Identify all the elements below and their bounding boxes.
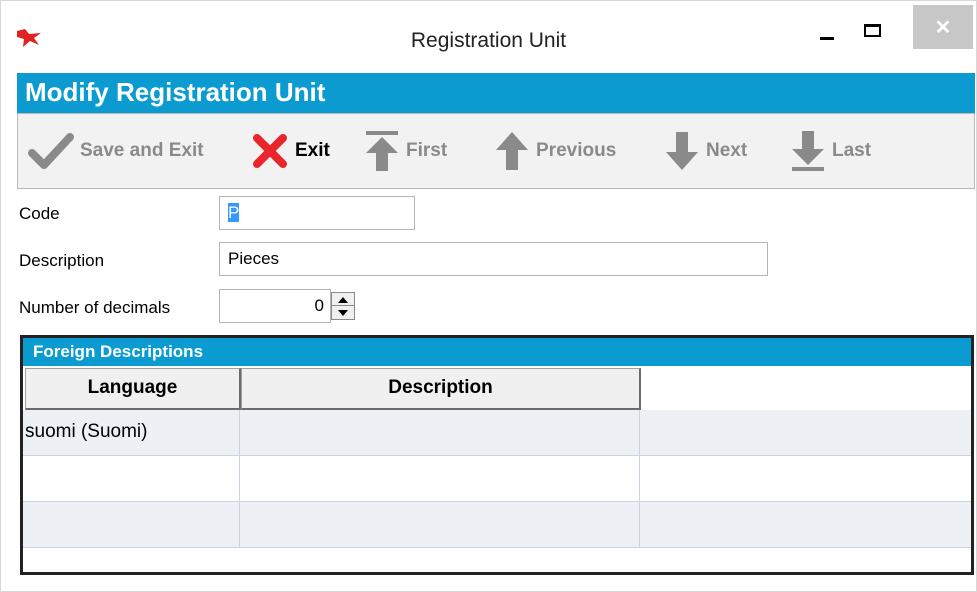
previous-label: Previous — [536, 140, 617, 161]
minimize-icon — [820, 37, 834, 40]
foreign-descriptions-title: Foreign Descriptions — [33, 342, 204, 361]
first-button[interactable]: First — [364, 114, 447, 188]
previous-button[interactable]: Previous — [494, 114, 616, 188]
language-cell[interactable]: suomi (Suomi) — [23, 410, 240, 456]
maximize-icon — [864, 24, 881, 37]
form-header: Modify Registration Unit — [17, 73, 975, 113]
close-icon: ✕ — [934, 17, 952, 39]
arrow-last-icon — [792, 131, 824, 171]
decimals-label: Number of decimals — [19, 298, 171, 317]
title-bar: Registration Unit ✕ — [1, 1, 976, 71]
decimals-spinner — [331, 292, 355, 320]
exit-button[interactable]: Exit — [251, 114, 330, 188]
next-button[interactable]: Next — [664, 114, 747, 188]
code-label: Code — [19, 204, 60, 223]
decimals-input[interactable]: 0 — [219, 289, 331, 323]
column-header-description[interactable]: Description — [241, 368, 641, 410]
minimize-button[interactable] — [808, 11, 844, 49]
arrow-down-icon — [666, 132, 698, 170]
spin-down-button[interactable] — [332, 306, 354, 319]
arrow-up-icon — [496, 132, 528, 170]
spin-up-icon — [338, 297, 348, 303]
checkmark-icon — [28, 133, 74, 169]
empty-cell — [640, 456, 971, 502]
last-label: Last — [832, 140, 872, 161]
table-row[interactable] — [23, 456, 971, 502]
decimals-value: 0 — [314, 296, 324, 315]
description-cell[interactable] — [240, 502, 640, 548]
description-value: Pieces — [228, 249, 280, 268]
exit-label: Exit — [295, 140, 330, 161]
save-and-exit-button[interactable]: Save and Exit — [28, 114, 204, 188]
language-cell[interactable] — [23, 502, 240, 548]
foreign-descriptions-header: Foreign Descriptions — [23, 338, 971, 366]
language-cell[interactable] — [23, 456, 240, 502]
close-button[interactable]: ✕ — [913, 5, 973, 49]
last-button[interactable]: Last — [790, 114, 871, 188]
description-cell[interactable] — [240, 410, 640, 456]
arrow-first-icon — [366, 131, 398, 171]
description-input[interactable]: Pieces — [219, 242, 768, 276]
save-and-exit-label: Save and Exit — [80, 140, 204, 161]
description-cell[interactable] — [240, 456, 640, 502]
spin-up-button[interactable] — [332, 293, 354, 306]
first-label: First — [406, 140, 448, 161]
code-value: P — [228, 203, 240, 222]
empty-cell — [640, 410, 971, 456]
table-row[interactable] — [23, 502, 971, 548]
code-input[interactable]: P — [219, 196, 415, 230]
maximize-button[interactable] — [854, 11, 894, 49]
column-header-language[interactable]: Language — [25, 368, 241, 410]
description-label: Description — [19, 251, 105, 270]
registration-unit-window: Registration Unit ✕ Modify Registration … — [0, 0, 977, 592]
close-x-icon — [253, 134, 287, 168]
toolbar: Save and Exit Exit First Previous Next L… — [17, 113, 975, 189]
table-row[interactable]: suomi (Suomi) — [23, 410, 971, 456]
spin-down-icon — [338, 310, 348, 316]
next-label: Next — [706, 140, 748, 161]
form-title: Modify Registration Unit — [25, 77, 326, 107]
foreign-descriptions-panel: Foreign Descriptions Language Descriptio… — [20, 335, 974, 575]
empty-cell — [640, 502, 971, 548]
